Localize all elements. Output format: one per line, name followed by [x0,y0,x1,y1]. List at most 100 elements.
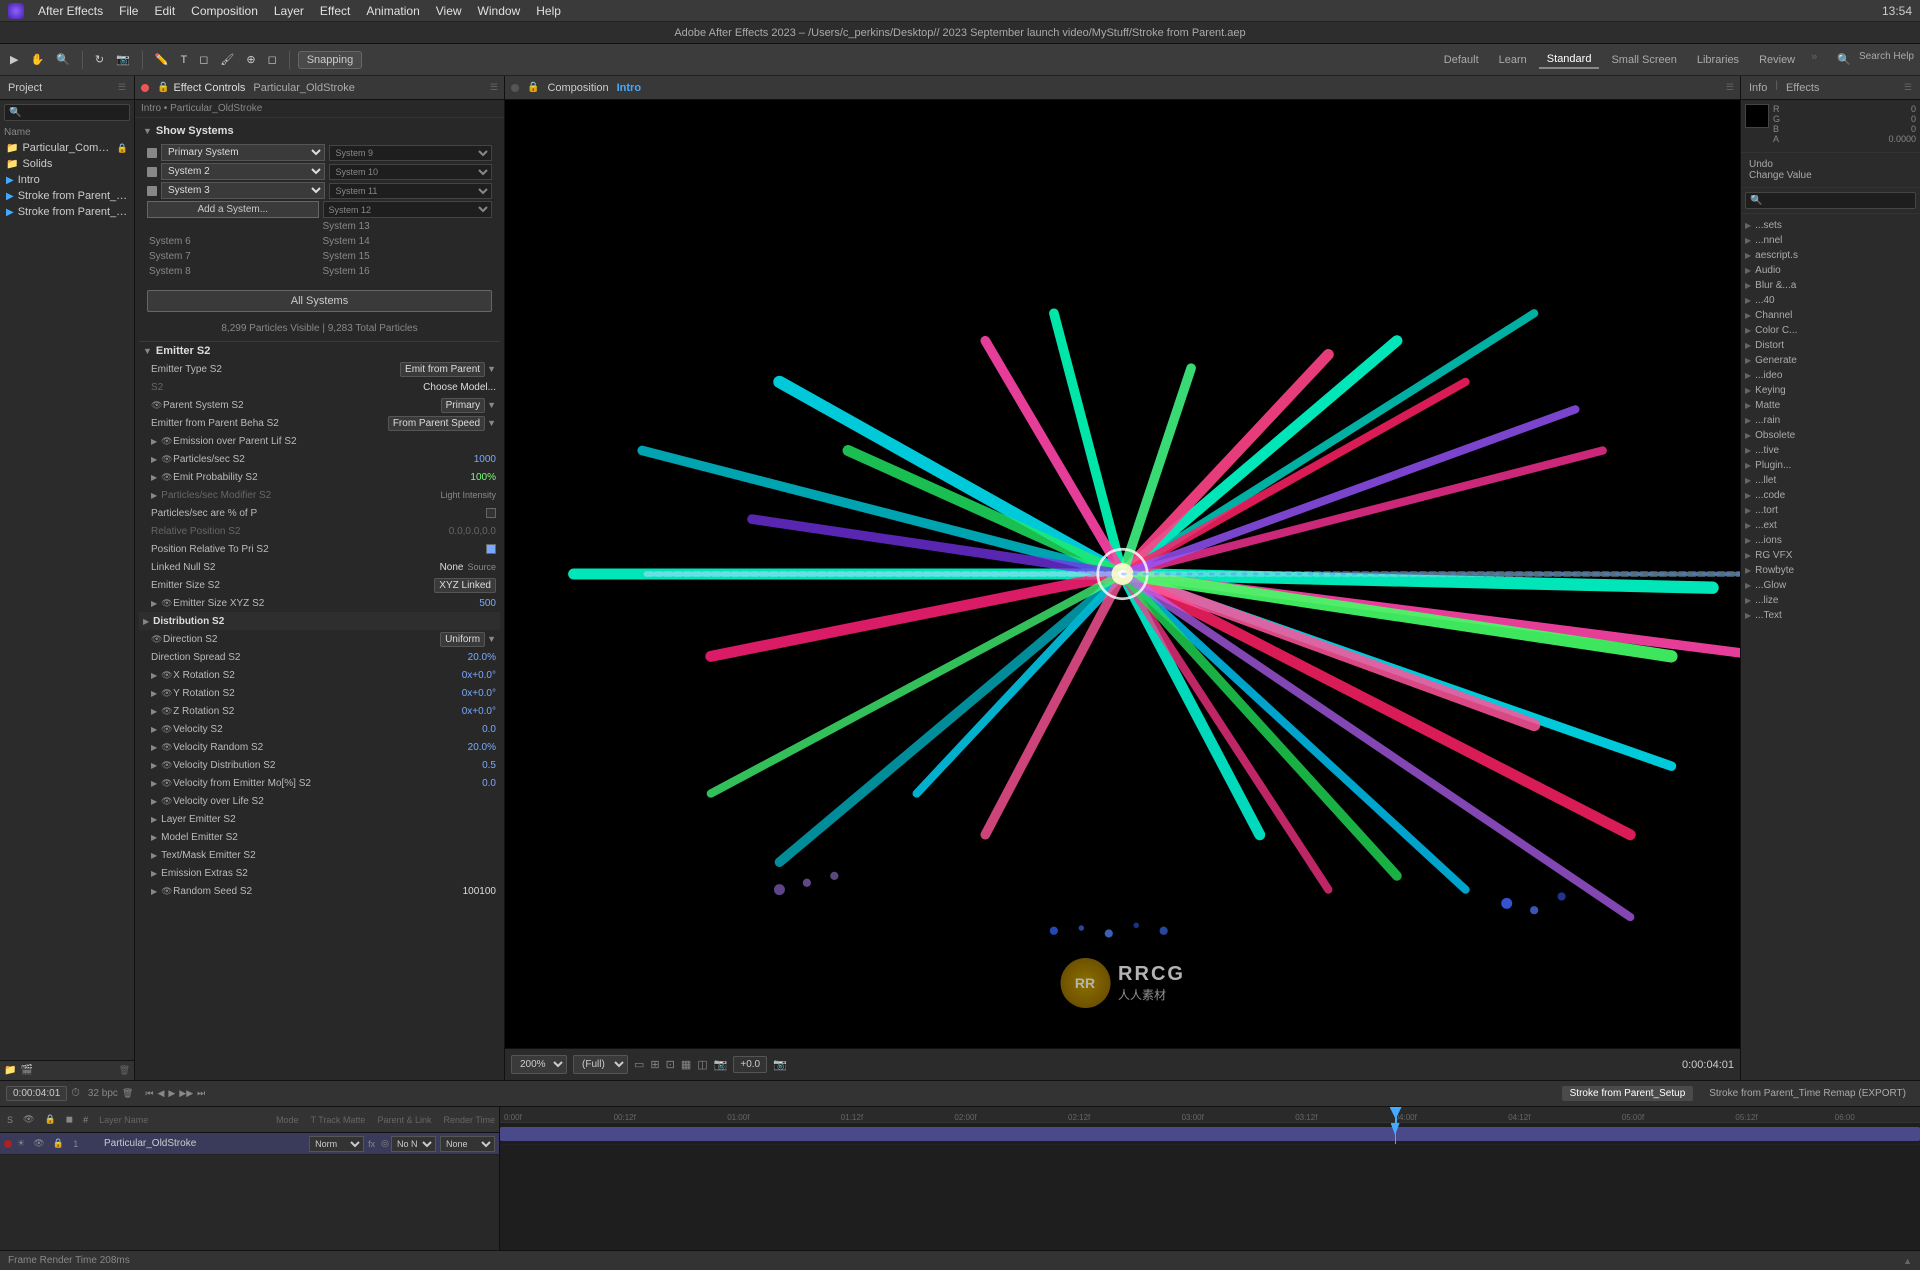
snapping-button[interactable]: Snapping [298,51,363,69]
comp-close-btn[interactable] [511,84,519,92]
emission-expand-arrow[interactable]: ▶ [151,437,157,446]
parent-system-dropdown[interactable]: Primary ▼ [441,398,496,413]
system-9-select[interactable]: System 9 [329,145,493,161]
status-expand-btn[interactable]: ▲ [1903,1256,1912,1266]
comp-transparency-btn[interactable]: ◫ [697,1058,707,1071]
emitter-xyz-value[interactable]: 500 [416,598,496,609]
system-3-select[interactable]: System 3 [161,182,325,199]
tl-tab-export[interactable]: Stroke from Parent_Time Remap (EXPORT) [1701,1086,1914,1101]
menu-edit[interactable]: Edit [146,4,183,18]
new-folder-btn[interactable]: 📁 [4,1065,16,1076]
close-btn[interactable] [141,84,149,92]
toolbar-eraser-tool[interactable]: ◻ [264,51,281,68]
emitter-type-value[interactable]: Emit from Parent [400,362,485,377]
effect-cat-tort[interactable]: ▶ ...tort [1745,503,1916,518]
parent-vis-icon[interactable]: 👁 [151,400,163,411]
tl-last-btn[interactable]: ⏭ [197,1088,205,1099]
effect-cat-rain[interactable]: ▶ ...rain [1745,413,1916,428]
comp-camera-btn[interactable]: 📷 [714,1058,728,1071]
velocity-vis[interactable]: 👁 [161,724,173,735]
comp-safe-zones-btn[interactable]: ⊡ [666,1058,675,1071]
effect-cat-distort[interactable]: ▶ Distort [1745,338,1916,353]
choose-model-row[interactable]: S2 Choose Model... [139,378,500,396]
tl-settings-btn[interactable]: 🗑 [122,1088,133,1099]
effect-cat-lize[interactable]: ▶ ...lize [1745,593,1916,608]
velocity-random-value[interactable]: 20.0% [416,742,496,753]
layer-ctrl-solo[interactable]: S [4,1114,16,1126]
right-tab-effects[interactable]: Effects [1786,80,1819,96]
layer-emitter-arrow[interactable]: ▶ [151,815,157,824]
effect-cat-plugin[interactable]: ▶ Plugin... [1745,458,1916,473]
velocity-dist-value[interactable]: 0.5 [416,760,496,771]
effect-cat-sets[interactable]: ▶ ...sets [1745,218,1916,233]
layer-ctrl-num[interactable]: # [80,1114,91,1126]
direction-spread-value[interactable]: 20.0% [416,652,496,663]
particles-mod-arrow[interactable]: ▶ [151,491,157,500]
menu-effect[interactable]: Effect [312,4,358,18]
right-panel-menu[interactable]: ☰ [1904,82,1912,93]
layer-fx-icon[interactable]: fx [364,1139,379,1149]
menu-animation[interactable]: Animation [358,4,427,18]
text-mask-arrow[interactable]: ▶ [151,851,157,860]
effect-cat-obsolete[interactable]: ▶ Obsolete [1745,428,1916,443]
vel-random-arrow[interactable]: ▶ [151,743,157,752]
right-tab-info[interactable]: Info [1749,80,1767,96]
system-2-select[interactable]: System 2 [161,163,325,180]
direction-row[interactable]: 👁 Direction S2 Uniform ▼ [139,630,500,648]
y-rotation-row[interactable]: ▶ 👁 Y Rotation S2 0x+0.0° [139,684,500,702]
emit-prob-row[interactable]: ▶ 👁 Emit Probability S2 100% [139,468,500,486]
workspace-standard[interactable]: Standard [1539,51,1600,69]
effect-cat-tive[interactable]: ▶ ...tive [1745,443,1916,458]
quality-select[interactable]: (Full) (Half) [573,1055,628,1074]
new-comp-btn[interactable]: 🎬 [20,1065,32,1076]
toolbar-camera-tool[interactable]: 📷 [112,51,134,68]
layer-mode-select[interactable]: Norm [309,1136,364,1152]
toolbar-text-tool[interactable]: T [177,52,192,68]
layer-track-particular[interactable] [500,1123,1920,1145]
vel-over-life-row[interactable]: ▶ 👁 Velocity over Life S2 [139,792,500,810]
random-seed-arrow[interactable]: ▶ [151,887,157,896]
model-emitter-arrow[interactable]: ▶ [151,833,157,842]
effect-cat-aescript[interactable]: ▶ aescript.s [1745,248,1916,263]
y-rotation-value[interactable]: 0x+0.0° [416,688,496,699]
layer-eye-btn[interactable]: 👁 [30,1137,47,1150]
particles-pct-checkbox[interactable] [486,508,496,518]
effect-cat-40[interactable]: ▶ ...40 [1745,293,1916,308]
x-rotation-value[interactable]: 0x+0.0° [416,670,496,681]
particles-sec-arrow[interactable]: ▶ [151,455,157,464]
system-primary-select[interactable]: Primary System [161,144,325,161]
particles-pct-row[interactable]: Particles/sec are % of P [139,504,500,522]
timecode-btn[interactable]: ⏱ [71,1087,80,1100]
search-btn[interactable]: 🔍 [1833,51,1855,69]
random-seed-value[interactable]: 100100 [416,886,496,897]
project-search-input[interactable] [4,104,130,121]
vel-emitter-vis[interactable]: 👁 [161,778,173,789]
layer-track-matte-select[interactable]: No N [391,1136,436,1152]
from-parent-value[interactable]: From Parent Speed [388,416,485,431]
layer-parent-select[interactable]: None [440,1136,495,1152]
project-item-solids[interactable]: 📁 Solids [0,156,134,172]
emitter-xyz-vis[interactable]: 👁 [161,598,173,609]
distribution-arrow[interactable]: ▶ [143,617,149,626]
velocity-random-row[interactable]: ▶ 👁 Velocity Random S2 20.0% [139,738,500,756]
effect-cat-nnel[interactable]: ▶ ...nnel [1745,233,1916,248]
system-11-select[interactable]: System 11 [329,183,493,199]
emitter-size-dropdown[interactable]: XYZ Linked [434,578,496,593]
velocity-value[interactable]: 0.0 [416,724,496,735]
show-systems-header[interactable]: ▼ Show Systems [139,122,500,140]
project-item-stroke-tim[interactable]: ▶ Stroke from Parent_Tim [0,204,134,220]
particles-sec-value[interactable]: 1000 [416,454,496,465]
vel-dist-vis[interactable]: 👁 [161,760,173,771]
particles-sec-row[interactable]: ▶ 👁 Particles/sec S2 1000 [139,450,500,468]
comp-grid-btn[interactable]: ⊞ [650,1058,659,1071]
layer-emitter-row[interactable]: ▶ Layer Emitter S2 [139,810,500,828]
toolbar-hand-tool[interactable]: ✋ [26,51,48,68]
menu-help[interactable]: Help [528,4,569,18]
from-parent-dropdown[interactable]: From Parent Speed ▼ [388,416,496,431]
toolbar-zoom-tool[interactable]: 🔍 [52,51,74,68]
menu-aftereffects[interactable]: After Effects [30,4,111,18]
particles-sec-vis[interactable]: 👁 [161,454,173,465]
model-emitter-row[interactable]: ▶ Model Emitter S2 [139,828,500,846]
effect-cat-ions[interactable]: ▶ ...ions [1745,533,1916,548]
comp-region-btn[interactable]: ▭ [634,1058,644,1071]
